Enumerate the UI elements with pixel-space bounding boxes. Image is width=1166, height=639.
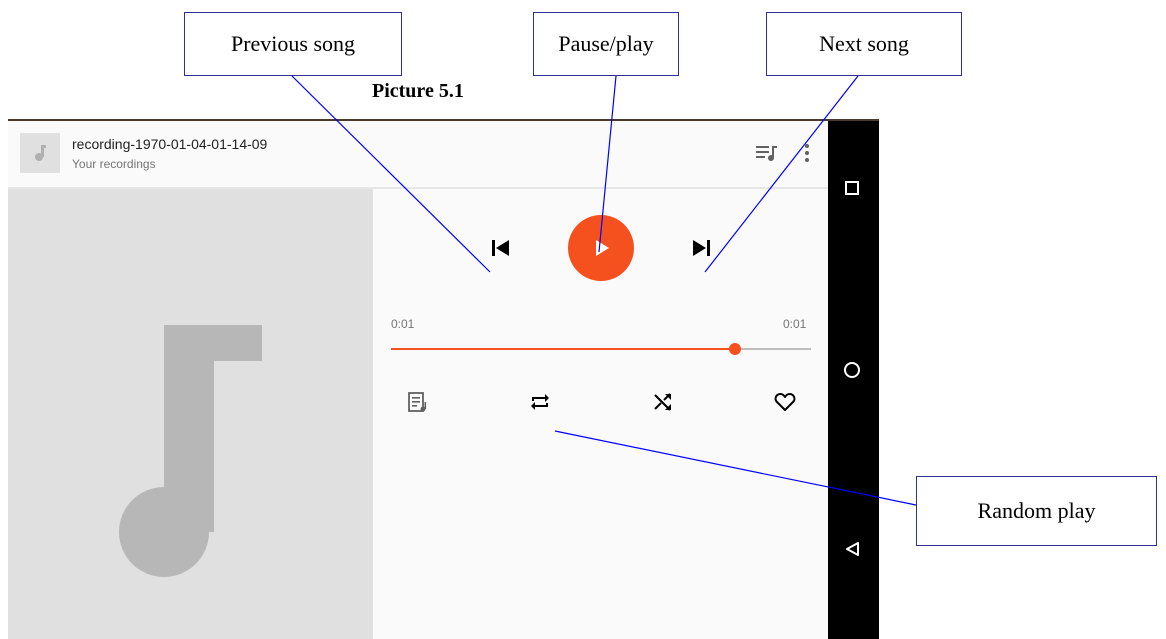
elapsed-time: 0:01 — [391, 317, 415, 331]
more-vert-icon[interactable] — [803, 141, 811, 165]
callout-next-song: Next song — [766, 12, 962, 76]
player-screen: recording-1970-01-04-01-14-09 Your recor… — [8, 121, 879, 639]
previous-button[interactable] — [488, 235, 514, 261]
shuffle-button[interactable] — [650, 389, 676, 415]
heart-icon — [774, 393, 796, 411]
album-art-note-icon — [119, 325, 262, 577]
track-subtitle: Your recordings — [72, 157, 156, 171]
skip-next-icon — [693, 240, 710, 256]
android-nav-bar — [828, 121, 879, 639]
square-icon[interactable] — [845, 181, 859, 195]
track-title: recording-1970-01-04-01-14-09 — [72, 136, 268, 152]
now-playing-header[interactable]: recording-1970-01-04-01-14-09 Your recor… — [8, 121, 828, 189]
lyrics-button[interactable] — [404, 389, 430, 415]
repeat-button[interactable] — [527, 389, 553, 415]
lyrics-icon — [408, 392, 427, 412]
figure-caption: Picture 5.1 — [372, 80, 464, 102]
favorite-button[interactable] — [772, 389, 798, 415]
repeat-icon — [531, 394, 549, 410]
album-art — [8, 189, 373, 639]
circle-icon[interactable] — [844, 362, 860, 378]
play-pause-button[interactable] — [568, 215, 634, 281]
seek-bar[interactable] — [391, 343, 811, 355]
skip-previous-icon — [492, 240, 509, 256]
callout-random-play: Random play — [916, 476, 1157, 546]
shuffle-icon — [654, 393, 671, 411]
callout-pause-play: Pause/play — [533, 12, 679, 76]
triangle-back-icon[interactable] — [846, 542, 859, 556]
seek-progress — [391, 348, 736, 350]
next-button[interactable] — [688, 235, 714, 261]
music-note-icon — [20, 133, 60, 173]
total-time: 0:01 — [783, 317, 807, 331]
queue-music-icon[interactable] — [756, 143, 780, 163]
seek-thumb[interactable] — [729, 343, 742, 355]
play-icon — [596, 240, 609, 256]
callout-previous-song: Previous song — [184, 12, 402, 76]
